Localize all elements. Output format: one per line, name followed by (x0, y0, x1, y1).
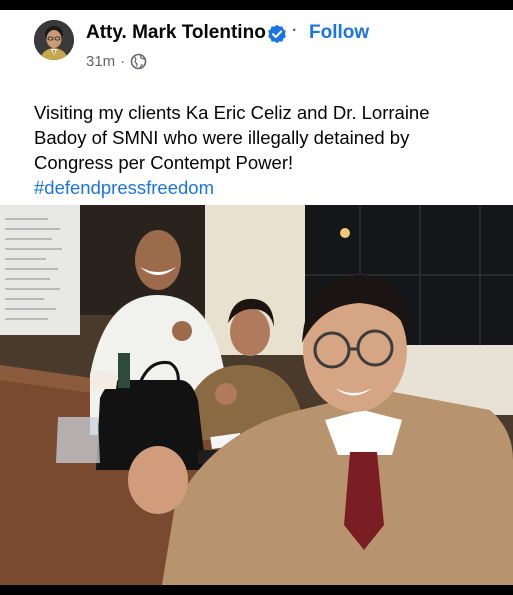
author-name[interactable]: Atty. Mark Tolentino (86, 22, 266, 44)
post-timestamp[interactable]: 31m (86, 53, 115, 70)
header-separator: · (292, 22, 298, 39)
author-avatar[interactable] (34, 20, 74, 60)
post-body: Visiting my clients Ka Eric Celiz and Dr… (34, 100, 474, 200)
post-meta: 31m · (86, 51, 147, 71)
verified-badge-icon (268, 24, 286, 44)
follow-button[interactable]: Follow (309, 22, 369, 44)
whiteboard (0, 205, 80, 335)
fist (128, 446, 188, 514)
light-glow (340, 228, 350, 238)
post-photo[interactable] (0, 205, 513, 585)
globe-icon[interactable] (130, 53, 147, 70)
post-card: Atty. Mark Tolentino · Follow 31m · Visi… (0, 10, 513, 585)
post-text: Visiting my clients Ka Eric Celiz and Dr… (34, 102, 430, 173)
meta-separator: · (120, 52, 126, 70)
hashtag-link[interactable]: #defendpressfreedom (34, 175, 474, 200)
